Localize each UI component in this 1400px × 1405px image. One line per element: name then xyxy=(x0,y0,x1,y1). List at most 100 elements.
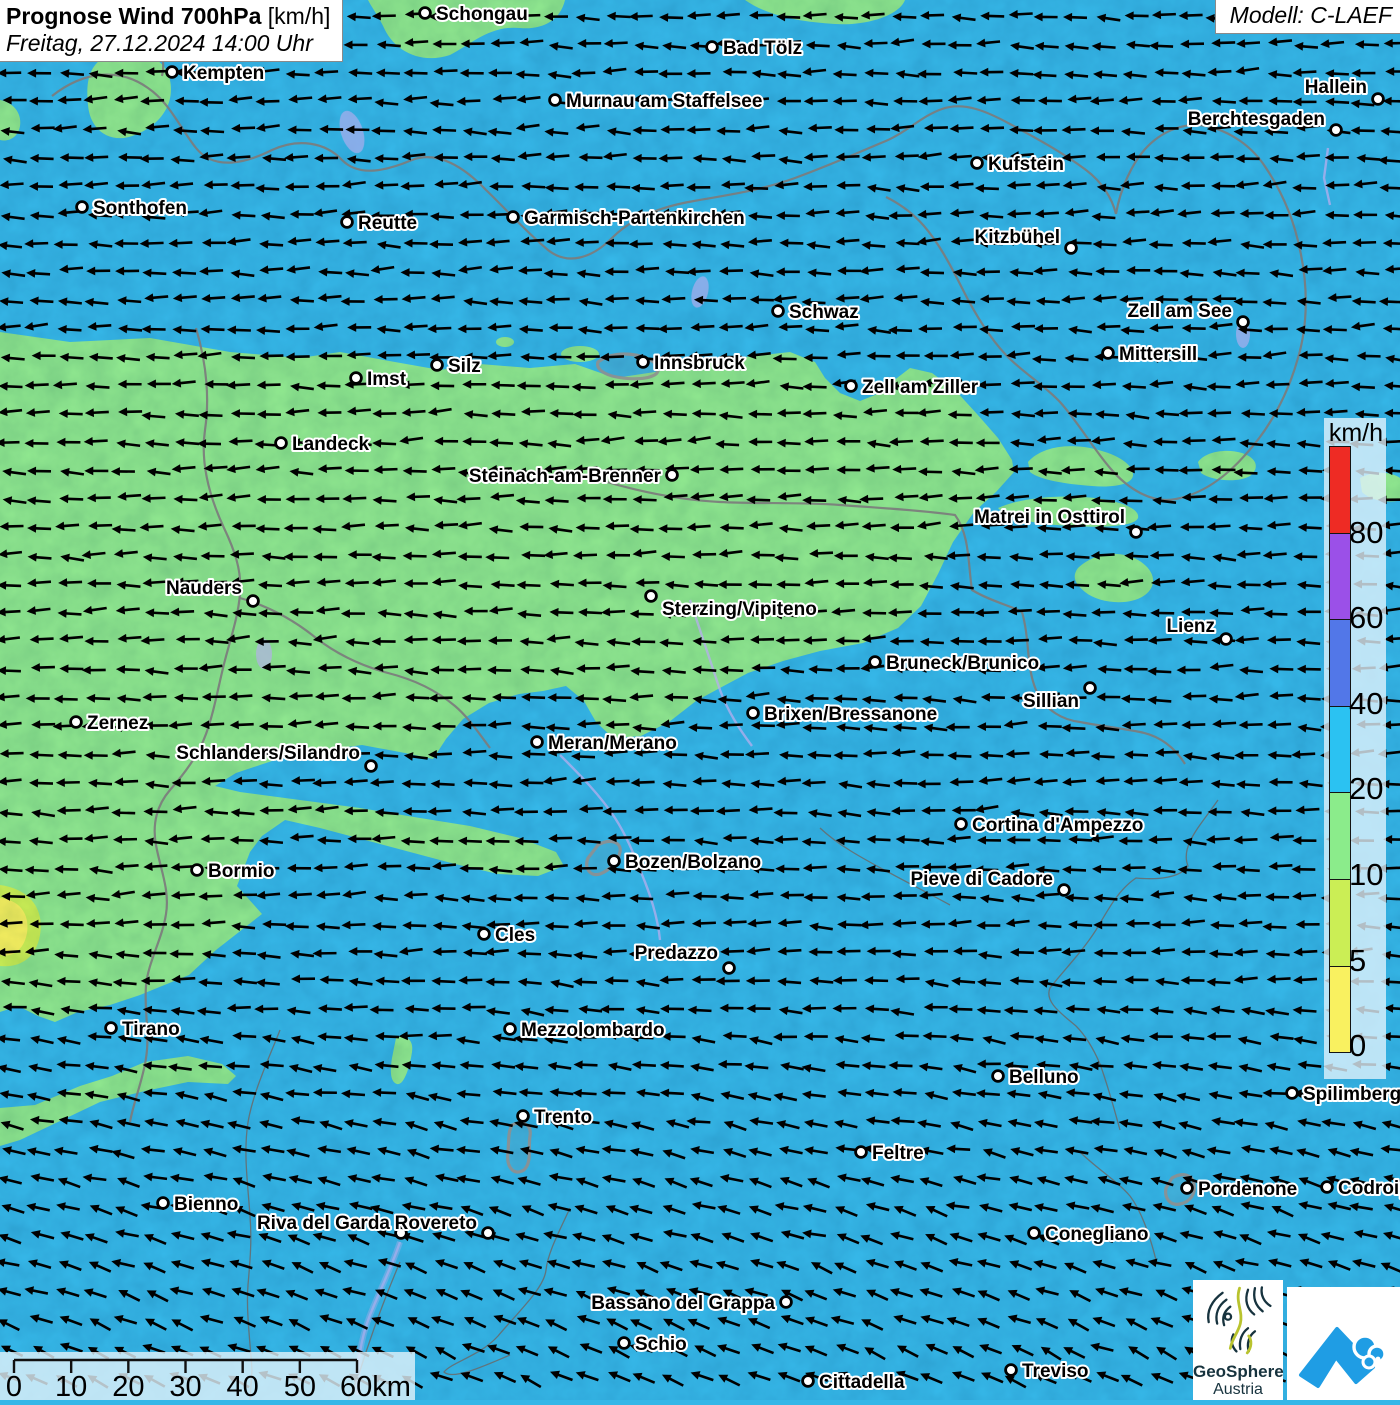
city-dot xyxy=(993,1071,1004,1082)
city-dot xyxy=(609,856,620,867)
city-label: Landeck xyxy=(292,434,370,455)
city-dot xyxy=(71,717,82,728)
city-dot xyxy=(276,438,287,449)
city-dot xyxy=(532,737,543,748)
city: Bruneck/Brunico xyxy=(870,653,1039,674)
city-label: Cortina d'Ampezzo xyxy=(972,815,1143,836)
city-dot xyxy=(667,470,678,481)
city-dot xyxy=(420,8,431,19)
model-label: Modell: C-LAEF xyxy=(1215,0,1400,34)
city-label: Feltre xyxy=(872,1143,924,1164)
city-dot xyxy=(724,963,735,974)
city: Cortina d'Ampezzo xyxy=(956,815,1144,836)
city-dot xyxy=(1373,94,1384,105)
city-dot xyxy=(1103,348,1114,359)
scale-label: 30 xyxy=(169,1371,201,1400)
scale-label: 0 xyxy=(6,1371,22,1400)
city-label: Berchtesgaden xyxy=(1188,109,1325,130)
geosphere-contour-icon xyxy=(1199,1282,1277,1356)
city-dot xyxy=(646,591,657,602)
city: Brixen/Bressanone xyxy=(748,704,938,725)
geosphere-logo-text: GeoSphere xyxy=(1193,1363,1283,1381)
city: Innsbruck xyxy=(638,353,746,374)
city: Spilimbergo xyxy=(1287,1084,1400,1105)
legend-value: 60 xyxy=(1349,599,1383,637)
city-label: Zernez xyxy=(87,713,148,734)
city: Murnau am Staffelsee xyxy=(550,91,763,112)
city-label: Bruneck/Brunico xyxy=(886,653,1039,674)
city-label: Zell am Ziller xyxy=(862,377,979,398)
city-label: Schwaz xyxy=(789,302,859,323)
map-title-main: Prognose Wind 700hPa xyxy=(6,3,261,29)
city-dot xyxy=(550,95,561,106)
legend-block xyxy=(1329,533,1351,621)
map-canvas: SchongauBad TölzMurnau am StaffelseeKemp… xyxy=(0,0,1400,1400)
city-label: Matrei in Osttirol xyxy=(974,507,1125,528)
legend-value: 10 xyxy=(1349,856,1383,894)
city-label: Bassano del Grappa xyxy=(591,1293,775,1314)
city-label: Brixen/Bressanone xyxy=(764,704,937,725)
geosphere-logo: GeoSphere Austria xyxy=(1193,1280,1283,1400)
city-label: Treviso xyxy=(1022,1361,1089,1382)
map-title: Prognose Wind 700hPa [km/h] xyxy=(6,3,330,30)
city: Garmisch-Partenkirchen xyxy=(508,208,745,229)
city-label: Spilimbergo xyxy=(1303,1084,1400,1105)
legend-block xyxy=(1329,879,1351,967)
city-dot xyxy=(366,761,377,772)
city: Steinach-am-Brenner xyxy=(469,466,678,487)
legend-block xyxy=(1329,966,1351,1054)
city-label: Cles xyxy=(495,925,535,946)
legend: km/h 806040201050 xyxy=(1324,418,1386,1079)
city-dot xyxy=(1029,1228,1040,1239)
city-label: Belluno xyxy=(1009,1067,1079,1088)
city-dot xyxy=(803,1376,814,1387)
city-dot xyxy=(1182,1183,1193,1194)
city-dot xyxy=(1331,125,1342,136)
city: Meran/Merano xyxy=(532,733,677,754)
city: Sonthofen xyxy=(77,198,187,219)
city-label: Bad Tölz xyxy=(723,38,802,59)
city-dot xyxy=(158,1198,169,1209)
legend-color-bar xyxy=(1329,447,1349,1053)
city-label: Trento xyxy=(534,1107,592,1128)
city: Schongau xyxy=(420,4,528,25)
city-label: Conegliano xyxy=(1045,1224,1148,1245)
scale-label: 50 xyxy=(284,1371,316,1400)
city: Conegliano xyxy=(1029,1224,1149,1245)
city-label: Meran/Merano xyxy=(548,733,677,754)
scale-label: 10 xyxy=(55,1371,87,1400)
city-label: Bienno xyxy=(174,1194,238,1215)
city-label: Bormio xyxy=(208,861,275,882)
city: Zell am Ziller xyxy=(846,377,979,398)
legend-block xyxy=(1329,792,1351,880)
city-label: Reutte xyxy=(358,213,417,234)
legend-block xyxy=(1329,619,1351,707)
city-label: Sillian xyxy=(1023,691,1079,712)
city-dot xyxy=(483,1228,494,1239)
city-dot xyxy=(1322,1182,1333,1193)
legend-block xyxy=(1329,446,1351,534)
city: Bozen/Bolzano xyxy=(609,852,762,873)
map-title-unit: [km/h] xyxy=(268,3,331,29)
city-dot xyxy=(77,202,88,213)
city-label: Mezzolombardo xyxy=(521,1020,665,1041)
city-label: Steinach-am-Brenner xyxy=(469,466,662,487)
legend-title: km/h xyxy=(1329,419,1383,448)
city-label: Imst xyxy=(367,369,407,390)
legend-value: 40 xyxy=(1349,685,1383,723)
legend-block xyxy=(1329,706,1351,794)
city-label: Sterzing/Vipiteno xyxy=(662,599,817,620)
legend-value: 80 xyxy=(1349,514,1383,552)
city-dot xyxy=(518,1111,529,1122)
city-dot xyxy=(1006,1365,1017,1376)
city-dot xyxy=(638,357,649,368)
city-dot xyxy=(773,306,784,317)
city-dot xyxy=(351,373,362,384)
city-dot xyxy=(1238,317,1249,328)
city-dot xyxy=(248,596,259,607)
city-dot xyxy=(619,1338,630,1349)
legend-value: 20 xyxy=(1349,770,1383,808)
city-dot xyxy=(192,865,203,876)
scale-label: 40 xyxy=(227,1371,259,1400)
city-dot xyxy=(870,657,881,668)
